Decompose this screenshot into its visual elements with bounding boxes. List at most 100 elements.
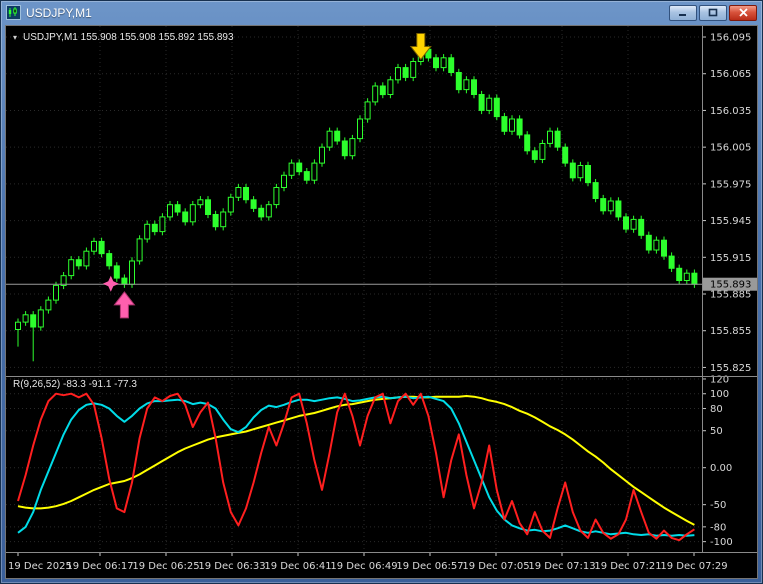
candle [107,254,112,266]
candle [563,147,568,163]
time-label: 19 Dec 06:17 [66,561,133,572]
candle [388,80,393,95]
candle [320,147,325,163]
time-label: 19 Dec 07:13 [528,561,595,572]
indicator-tick-label: -80 [710,522,726,533]
candle [84,251,89,266]
candle [312,163,317,180]
candle [487,98,492,110]
candle [654,240,659,250]
candle [244,188,249,200]
price-tick-label: 155.945 [710,216,751,227]
candle [502,117,507,132]
candle [198,200,203,205]
candle [152,224,157,231]
price-tick-label: 156.095 [710,33,751,44]
candle [38,310,43,327]
price-tick-label: 156.065 [710,69,751,80]
candle [411,62,416,78]
candle [616,201,621,217]
candle [16,322,21,329]
time-label: 19 Dec 07:29 [660,561,727,572]
candle [350,139,355,156]
candle [373,86,378,102]
candle [601,199,606,211]
symbol-dropdown-icon[interactable]: ▾ [13,33,17,42]
candle [662,240,667,256]
time-label: 19 Dec 07:21 [594,561,661,572]
candle [380,86,385,95]
candle [525,135,530,151]
price-tick-label: 156.035 [710,106,751,117]
indicator-tick-label: -100 [710,537,733,548]
candle [540,144,545,160]
candle [160,217,165,232]
candle [578,166,583,178]
close-button[interactable] [729,5,757,21]
candle [137,239,142,261]
price-tick-label: 156.005 [710,143,751,154]
candle [464,80,469,90]
candle [304,172,309,181]
candle [532,151,537,160]
candle [289,163,294,175]
candle [54,285,59,300]
price-tick-label: 155.825 [710,363,751,374]
candle [130,261,135,284]
candle [114,266,119,278]
candle [206,200,211,215]
candle [608,201,613,211]
candle [327,131,332,147]
candle [282,175,287,187]
candle [69,260,74,276]
window-controls [669,5,757,21]
candle [342,141,347,156]
candle [441,58,446,68]
candle [145,224,150,239]
price-tick-label: 155.975 [710,179,751,190]
indicator-pane[interactable] [6,376,702,552]
chart-client-area: 19 Dec 202519 Dec 06:1719 Dec 06:2519 De… [5,25,758,579]
indicator-tick-label: -50 [710,500,726,511]
candle [99,241,104,253]
chart-canvas[interactable]: 19 Dec 202519 Dec 06:1719 Dec 06:2519 De… [6,26,758,579]
candle [449,58,454,73]
candle [631,219,636,229]
time-label: 19 Dec 06:41 [264,561,331,572]
candle [677,268,682,280]
candle [555,131,560,147]
candle [190,205,195,222]
candle [274,188,279,205]
chart-icon [6,5,21,20]
candle [335,131,340,141]
price-pane[interactable] [6,26,702,376]
candle [168,205,173,217]
candle [586,166,591,183]
candle [624,217,629,229]
candle [213,215,218,227]
candle [479,95,484,111]
candle [251,200,256,209]
time-label: 19 Dec 07:05 [462,561,529,572]
candle [92,241,97,251]
price-tick-label: 155.915 [710,253,751,264]
candle [494,98,499,116]
price-tick-label: 155.855 [710,326,751,337]
titlebar[interactable]: USDJPY,M1 [1,1,762,24]
candle [593,183,598,199]
current-price-label: 155.893 [710,280,751,291]
candle [396,68,401,80]
candle [23,315,28,322]
time-label: 19 Dec 06:33 [198,561,265,572]
maximize-button[interactable] [699,5,727,21]
candle [472,80,477,95]
candle [46,300,51,310]
close-icon [739,8,748,17]
candle [365,102,370,119]
candle [266,205,271,217]
candle [358,119,363,139]
candle [639,219,644,235]
candle [236,188,241,198]
candle [570,163,575,178]
minimize-button[interactable] [669,5,697,21]
